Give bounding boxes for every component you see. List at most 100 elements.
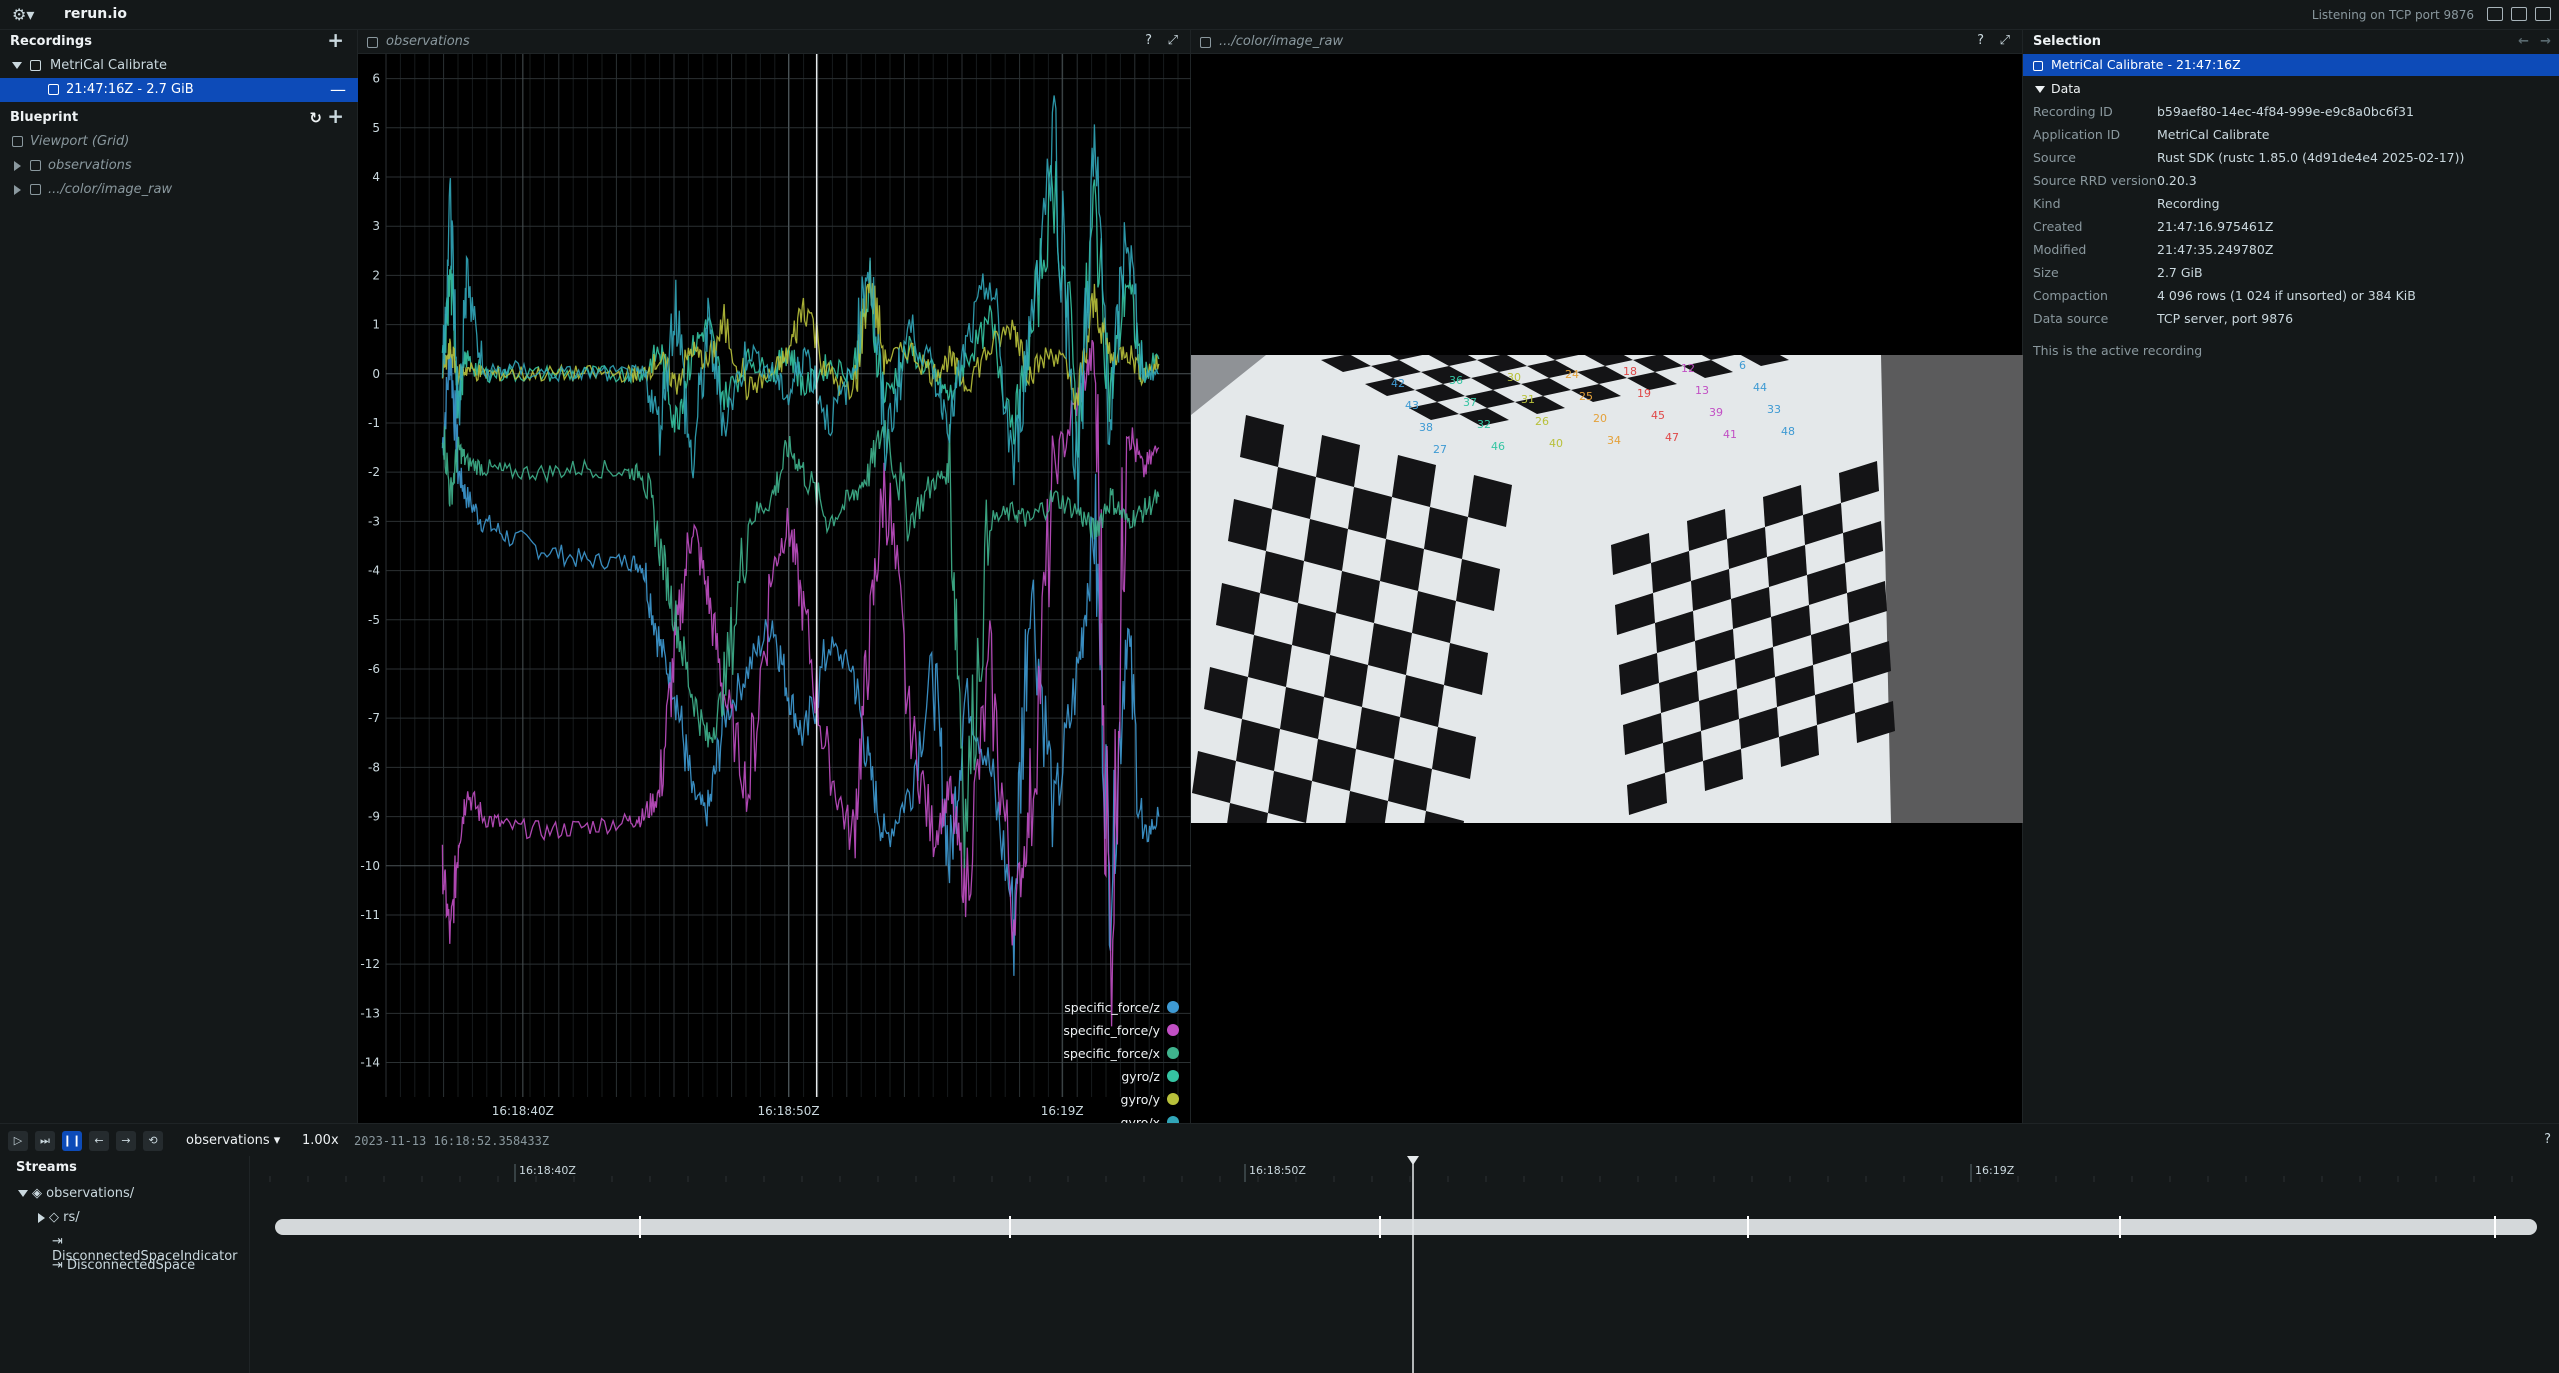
y-tick-label: 4	[372, 170, 380, 184]
component-icon: ⇥	[52, 1258, 68, 1273]
data-section-header[interactable]: Data	[2023, 78, 2559, 100]
legend-swatch[interactable]	[1167, 1093, 1179, 1105]
property-key: Application ID	[2033, 127, 2121, 142]
series-line-specific_force-z	[441, 349, 1160, 976]
series-line-gyro-z	[441, 161, 1160, 458]
property-key: Kind	[2033, 196, 2061, 211]
toggle-bottom-panel-icon[interactable]	[2511, 7, 2527, 21]
stream-rs[interactable]: ◇ rs/	[38, 1210, 80, 1225]
follow-icon[interactable]: ⏭	[35, 1131, 55, 1151]
add-view-icon[interactable]: +	[327, 104, 344, 128]
add-recording-icon[interactable]: +	[327, 28, 344, 52]
expand-icon[interactable]	[14, 178, 21, 202]
property-row: Created 21:47:16.975461Z	[2023, 215, 2559, 238]
timeline-selector[interactable]: observations ▾	[186, 1133, 280, 1148]
legend-swatch[interactable]	[1167, 1001, 1179, 1013]
recording-label: 21:47:16Z - 2.7 GiB	[66, 82, 194, 97]
play-icon[interactable]: ▷	[8, 1131, 28, 1151]
selection-panel: Selection ← → MetriCal Calibrate - 21:47…	[2023, 30, 2559, 1123]
timeseries-icon	[367, 35, 378, 50]
active-recording-note: This is the active recording	[2033, 343, 2203, 358]
recording-row[interactable]: 21:47:16Z - 2.7 GiB —	[0, 78, 358, 102]
y-tick-label: -14	[360, 1056, 380, 1070]
property-value: MetriCal Calibrate	[2157, 127, 2270, 142]
blueprint-image-row[interactable]: .../color/image_raw	[0, 178, 358, 202]
selected-item-row[interactable]: MetriCal Calibrate - 21:47:16Z	[2023, 54, 2559, 76]
data-section-label: Data	[2051, 81, 2081, 96]
help-icon[interactable]: ?	[1977, 33, 1984, 48]
marker-id-label: 13	[1695, 384, 1709, 397]
legend-label[interactable]: specific_force/y	[1063, 1023, 1160, 1038]
property-value: TCP server, port 9876	[2157, 311, 2294, 326]
marker-id-label: 25	[1579, 390, 1593, 403]
property-value: 4 096 rows (1 024 if unsorted) or 384 Ki…	[2157, 288, 2416, 303]
timeline-panel: ▷ ⏭ ❙❙ ← → ⟲ observations ▾ 1.00x 2023-1…	[0, 1123, 2559, 1373]
pause-icon[interactable]: ❙❙	[62, 1131, 82, 1151]
plot-view-tab[interactable]: observations ? ⤢	[358, 30, 1190, 54]
collapse-icon[interactable]	[2035, 78, 2045, 100]
left-panel: Recordings + MetriCal Calibrate 21:47:16…	[0, 28, 358, 1123]
marker-id-label: 41	[1723, 428, 1737, 441]
maximize-icon[interactable]: ⤢	[2000, 33, 2010, 48]
stream-observations[interactable]: ◈ observations/	[18, 1186, 134, 1201]
recordings-title: Recordings	[10, 34, 92, 49]
ruler-tick-label: 16:18:50Z	[1249, 1164, 1306, 1177]
timeseries-view[interactable]: observations ? ⤢ 6 5 4 3 2 1 0 -1 -2 -3 -4 -5 -6 -7 -8…	[358, 30, 1191, 1123]
current-time[interactable]: 2023-11-13 16:18:52.358433Z	[354, 1134, 549, 1148]
legend-label[interactable]: gyro/x	[1121, 1115, 1160, 1123]
data-density-bar[interactable]	[275, 1219, 2537, 1235]
recording-app-row[interactable]: MetriCal Calibrate	[0, 54, 358, 78]
marker-id-label: 46	[1491, 440, 1505, 453]
y-tick-label: -11	[360, 908, 380, 922]
back-icon[interactable]: ←	[2518, 30, 2529, 54]
property-value: Recording	[2157, 196, 2220, 211]
y-tick-label: -13	[360, 1006, 380, 1020]
y-tick-label: -9	[368, 810, 380, 824]
marker-id-label: 36	[1449, 374, 1463, 387]
forward-icon[interactable]: →	[2540, 30, 2551, 54]
legend-label[interactable]: gyro/z	[1121, 1069, 1160, 1084]
y-tick-label: -10	[360, 859, 380, 873]
property-key: Recording ID	[2033, 104, 2113, 119]
legend-swatch[interactable]	[1167, 1070, 1179, 1082]
maximize-icon[interactable]: ⤢	[1168, 33, 1178, 48]
blueprint-header: Blueprint ↻ +	[0, 104, 358, 130]
top-bar: ⚙▾ rerun.io Listening on TCP port 9876	[0, 0, 2559, 30]
marker-id-label: 43	[1405, 399, 1419, 412]
playback-speed[interactable]: 1.00x	[302, 1133, 339, 1148]
image-view[interactable]: .../color/image_raw ? ⤢ 42 36 30 24 18 12 6 43 3…	[1191, 30, 2023, 1123]
reset-blueprint-icon[interactable]: ↻	[309, 106, 322, 130]
legend-label[interactable]: specific_force/z	[1064, 1000, 1160, 1015]
marker-id-label: 40	[1549, 437, 1563, 450]
property-row: Source Rust SDK (rustc 1.85.0 (4d91de4e4 …	[2023, 146, 2559, 169]
stream-disconnected-space[interactable]: ⇥ DisconnectedSpace	[52, 1258, 195, 1273]
rerun-menu-icon[interactable]: ⚙▾	[12, 5, 40, 25]
property-row: Compaction 4 096 rows (1 024 if unsorted)…	[2023, 284, 2559, 307]
recording-icon	[48, 78, 59, 102]
legend-swatch[interactable]	[1167, 1047, 1179, 1059]
time-panel[interactable]: 16:18:40Z 16:18:50Z 16:19Z	[260, 1156, 2550, 1373]
blueprint-observations-row[interactable]: observations	[0, 154, 358, 178]
legend-label[interactable]: gyro/y	[1121, 1092, 1161, 1107]
legend-label[interactable]: specific_force/x	[1063, 1046, 1160, 1061]
toggle-right-panel-icon[interactable]	[2535, 7, 2551, 21]
step-back-icon[interactable]: ←	[89, 1131, 109, 1151]
expand-icon[interactable]	[12, 54, 22, 78]
legend-swatch[interactable]	[1167, 1116, 1179, 1123]
image-view-tab[interactable]: .../color/image_raw ? ⤢	[1191, 30, 2022, 54]
loop-icon[interactable]: ⟲	[143, 1131, 163, 1151]
help-icon[interactable]: ?	[1145, 33, 1152, 48]
help-icon[interactable]: ?	[2544, 1132, 2551, 1147]
plot-chart[interactable]: 6 5 4 3 2 1 0 -1 -2 -3 -4 -5 -6 -7 -8 -9 -10 -11 -12 -13 -14…	[358, 54, 1191, 1123]
toggle-left-panel-icon[interactable]	[2487, 7, 2503, 21]
step-forward-icon[interactable]: →	[116, 1131, 136, 1151]
time-cursor-handle[interactable]	[1407, 1156, 1419, 1165]
property-key: Created	[2033, 219, 2083, 234]
legend-swatch[interactable]	[1167, 1024, 1179, 1036]
y-tick-label: -1	[368, 416, 380, 430]
close-recording-icon[interactable]: —	[330, 78, 346, 102]
blueprint-viewport-row[interactable]: Viewport (Grid)	[0, 130, 358, 154]
marker-id-label: 12	[1681, 362, 1695, 375]
timeline-ruler[interactable]: 16:18:40Z 16:18:50Z 16:19Z	[260, 1156, 2550, 1373]
expand-icon[interactable]	[14, 154, 21, 178]
